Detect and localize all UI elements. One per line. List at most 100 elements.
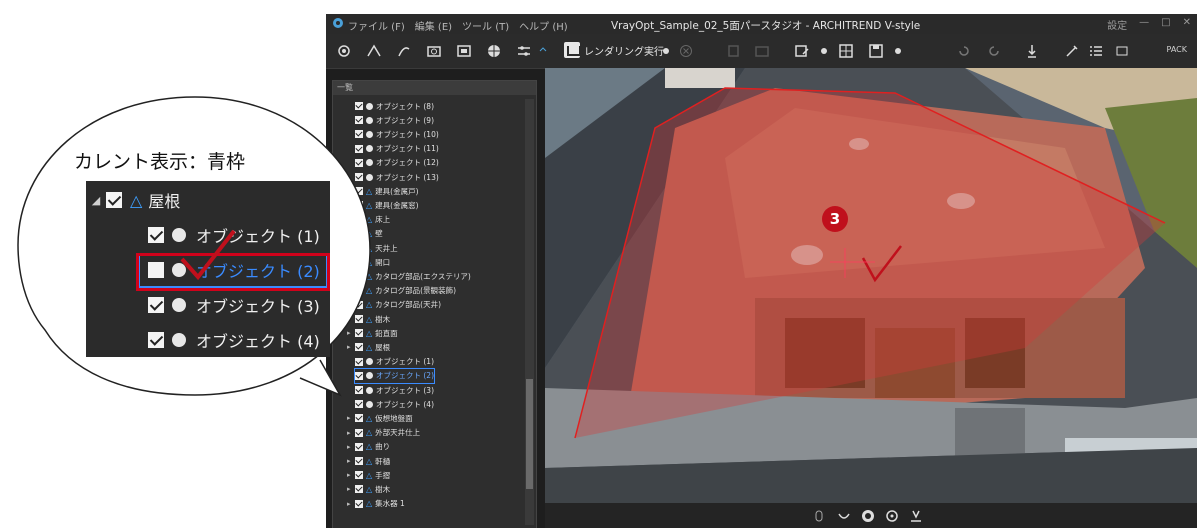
visibility-checkbox[interactable] <box>355 471 363 480</box>
zoom-tree-label: オブジェクト (3) <box>196 297 320 316</box>
tree-row[interactable]: ▸ △ 手摺 <box>347 468 390 482</box>
zoom-tree-label: 屋根 <box>148 192 181 211</box>
visibility-checkbox[interactable] <box>355 442 363 451</box>
camera-icon[interactable] <box>426 43 442 59</box>
group-triangle-icon: △ <box>366 456 373 466</box>
visibility-checkbox[interactable] <box>355 485 363 494</box>
minimize-button[interactable]: — <box>1139 17 1149 32</box>
main-toolbar: レンダリング実行 PACK <box>326 34 1197 69</box>
collapse-arrow-icon[interactable]: ◢ <box>86 194 106 207</box>
tree-row-label: オブジェクト (1) <box>376 357 435 367</box>
expand-arrow-icon[interactable] <box>538 46 548 56</box>
render-icon <box>564 42 581 58</box>
globe-icon[interactable] <box>486 43 502 59</box>
tree-row-label: オブジェクト (12) <box>376 158 439 168</box>
option-dot-icon[interactable] <box>816 43 832 59</box>
visibility-checkbox[interactable] <box>148 332 164 348</box>
tree-row-label: オブジェクト (11) <box>376 144 439 154</box>
viewport-bottom-bar <box>545 503 1197 528</box>
group-triangle-icon: △ <box>366 484 373 494</box>
tree-row[interactable]: ▸ △ 軒樋 <box>347 454 390 468</box>
target-icon[interactable] <box>885 509 899 523</box>
zoom-tree-row[interactable]: オブジェクト (3) <box>148 288 320 322</box>
orbit-icon[interactable] <box>837 509 851 523</box>
light-icon[interactable] <box>396 43 412 59</box>
save-icon[interactable] <box>868 43 884 59</box>
eyedropper-icon[interactable] <box>1064 43 1080 59</box>
tree-row-label: 樹木 <box>375 484 391 494</box>
menu-edit[interactable]: 編集 (E) <box>415 18 452 33</box>
tree-row-label: 曲り <box>375 442 391 452</box>
object-dot-icon <box>172 298 186 312</box>
panel-scrollbar[interactable] <box>525 99 534 525</box>
image-icon <box>754 43 770 59</box>
visibility-checkbox[interactable] <box>106 192 122 208</box>
expand-arrow-icon[interactable]: ▸ <box>347 457 355 465</box>
scroll-thumb[interactable] <box>526 379 533 489</box>
expand-arrow-icon[interactable]: ▸ <box>347 429 355 437</box>
option-dot-icon-2[interactable] <box>890 43 906 59</box>
group-triangle-icon: △ <box>366 442 373 452</box>
list-icon[interactable] <box>1088 43 1104 59</box>
mouse-icon[interactable] <box>812 509 826 523</box>
group-triangle-icon: △ <box>366 470 373 480</box>
tree-row-label: 建具(金属戸) <box>375 186 419 196</box>
tree-row-label: カタログ部品(景観装飾) <box>375 286 457 296</box>
expand-arrow-icon[interactable]: ▸ <box>347 500 355 508</box>
settings-button[interactable]: 設定 <box>1107 17 1127 32</box>
tree-row[interactable]: ▸ △ 曲り <box>347 440 390 454</box>
visibility-checkbox[interactable] <box>148 297 164 313</box>
render-button[interactable]: レンダリング実行 <box>564 42 664 58</box>
tree-row-label: オブジェクト (13) <box>376 172 439 182</box>
menu-help[interactable]: ヘルプ (H) <box>519 18 568 33</box>
pack-icon[interactable] <box>1116 45 1128 57</box>
visibility-checkbox[interactable] <box>355 457 363 465</box>
zoom-tree-row[interactable]: ◢ △ 屋根 <box>86 183 181 217</box>
callout-title: カレント表示：青枠 <box>74 151 246 173</box>
view-3d-icon[interactable] <box>456 43 472 59</box>
light-burst-icon[interactable] <box>909 509 923 523</box>
tree-row-label: オブジェクト (9) <box>376 115 435 125</box>
tree-row-label: オブジェクト (3) <box>376 385 435 395</box>
visibility-checkbox[interactable] <box>355 414 363 423</box>
visibility-checkbox[interactable] <box>355 428 363 437</box>
3d-viewport[interactable] <box>545 68 1197 503</box>
sun-direction-icon[interactable] <box>1024 43 1040 59</box>
tree-row-label: 手摺 <box>375 470 391 480</box>
tree-row-label: 軒樋 <box>375 456 391 466</box>
record-dot-icon[interactable] <box>658 43 674 59</box>
undo-icon[interactable] <box>956 43 972 59</box>
pack-label[interactable]: PACK <box>1167 45 1187 54</box>
visibility-checkbox[interactable] <box>355 499 363 508</box>
tree-row[interactable]: ▸ △ 外部天井仕上 <box>347 426 420 440</box>
tree-row[interactable]: ▸ △樹木 <box>347 482 390 496</box>
close-button[interactable]: ✕ <box>1183 17 1191 32</box>
group-triangle-icon: △ <box>366 499 373 509</box>
tree-row-label: オブジェクト (4) <box>376 399 435 409</box>
tree-row-label: オブジェクト (2) <box>376 371 435 381</box>
redo-icon[interactable] <box>986 43 1002 59</box>
edit-view-icon[interactable] <box>794 43 810 59</box>
sliders-icon[interactable] <box>516 43 532 59</box>
tree-row-label: 建具(金属窓) <box>375 200 419 210</box>
maximize-button[interactable]: □ <box>1161 17 1170 32</box>
zoom-tree-row[interactable]: オブジェクト (4) <box>148 323 320 357</box>
tree-row[interactable]: ▸ △ 集水器 1 <box>347 497 405 511</box>
expand-arrow-icon[interactable]: ▸ <box>347 471 355 479</box>
tree-row-label: オブジェクト (10) <box>376 129 439 139</box>
menu-bar: ファイル (F) 編集 (E) ツール (T) ヘルプ (H) <box>348 18 568 33</box>
copy-icon <box>726 43 742 59</box>
menu-tools[interactable]: ツール (T) <box>462 18 509 33</box>
tree-row-label: 仮想地盤面 <box>375 413 413 423</box>
expand-arrow-icon[interactable]: ▸ <box>347 414 355 422</box>
tree-row-label: カタログ部品(天井) <box>375 300 442 310</box>
expand-arrow-icon[interactable]: ▸ <box>347 485 355 493</box>
tree-row-label: 外部天井仕上 <box>375 428 421 438</box>
visibility-checkbox[interactable] <box>148 227 164 243</box>
visibility-checkbox[interactable] <box>355 400 363 409</box>
tree-row[interactable]: ▸ △ 仮想地盤面 <box>347 411 413 425</box>
walk-icon[interactable] <box>861 509 875 523</box>
expand-arrow-icon[interactable]: ▸ <box>347 443 355 451</box>
layout-icon[interactable] <box>838 43 854 59</box>
object-dot-icon <box>366 400 373 408</box>
